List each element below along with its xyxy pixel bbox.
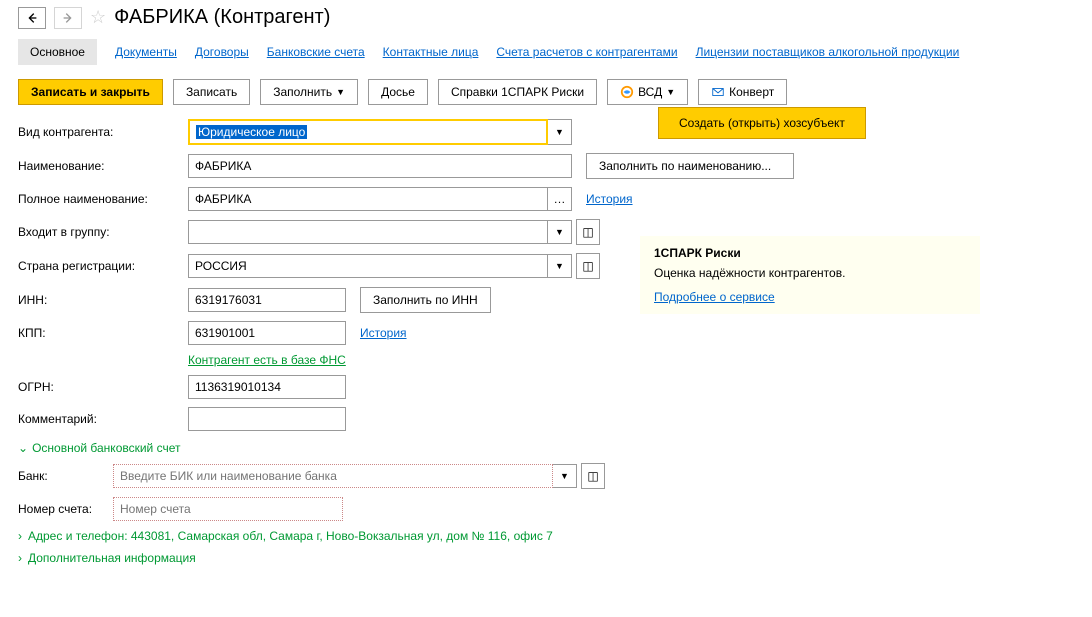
open-external-icon: ◫ [587,469,598,483]
tab-documents[interactable]: Документы [115,45,177,59]
fullname-label: Полное наименование: [18,192,188,206]
open-external-icon: ◫ [582,225,593,239]
inn-input[interactable] [188,288,346,312]
chevron-down-icon: ▼ [555,127,564,137]
fns-link[interactable]: Контрагент есть в базе ФНС [188,353,346,367]
fill-by-name-button[interactable]: Заполнить по наименованию... [586,153,794,179]
chevron-right-icon: › [18,529,22,543]
accnum-input[interactable] [113,497,343,521]
country-input[interactable] [188,254,548,278]
kpp-history-link[interactable]: История [360,326,407,340]
extra-section-toggle[interactable]: › Дополнительная информация [18,551,1074,565]
inn-label: ИНН: [18,293,188,307]
toolbar: Записать и закрыть Записать Заполнить ▼ … [18,79,1074,105]
vsd-icon [620,85,634,99]
bank-section-toggle[interactable]: ⌄ Основной банковский счет [18,441,1074,455]
spark-info-box: 1СПАРК Риски Оценка надёжности контраген… [640,236,980,314]
spark-title: 1СПАРК Риски [654,246,966,260]
chevron-down-icon: ▼ [560,471,569,481]
vsd-dropdown-item[interactable]: Создать (открыть) хозсубъект [658,107,866,139]
vsd-button[interactable]: ВСД ▼ [607,79,688,105]
tab-main[interactable]: Основное [18,39,97,65]
nav-back-button[interactable] [18,7,46,29]
sparks-button[interactable]: Справки 1СПАРК Риски [438,79,597,105]
address-section-toggle[interactable]: › Адрес и телефон: 443081, Самарская обл… [18,529,1074,543]
chevron-down-icon: ▼ [666,87,675,97]
kpp-label: КПП: [18,326,188,340]
spark-more-link[interactable]: Подробнее о сервисе [654,290,775,304]
comment-input[interactable] [188,407,346,431]
fullname-input[interactable] [188,187,548,211]
chevron-down-icon: ▼ [555,261,564,271]
group-label: Входит в группу: [18,225,188,239]
fill-by-inn-button[interactable]: Заполнить по ИНН [360,287,491,313]
country-dropdown-button[interactable]: ▼ [548,254,572,278]
fullname-more-button[interactable]: … [548,187,572,211]
tab-bank-accounts[interactable]: Банковские счета [267,45,365,59]
type-dropdown-button[interactable]: ▼ [548,119,572,145]
chevron-down-icon: ▼ [555,227,564,237]
tab-contacts[interactable]: Контактные лица [383,45,479,59]
favorite-star-icon[interactable]: ☆ [90,7,106,28]
chevron-down-icon: ⌄ [18,441,28,455]
bank-dropdown-button[interactable]: ▼ [553,464,577,488]
bank-input[interactable] [113,464,553,488]
chevron-right-icon: › [18,551,22,565]
tab-licenses[interactable]: Лицензии поставщиков алкогольной продукц… [696,45,960,59]
envelope-button[interactable]: Конверт [698,79,787,105]
name-label: Наименование: [18,159,188,173]
chevron-down-icon: ▼ [336,87,345,97]
tab-bar: Основное Документы Договоры Банковские с… [18,39,1074,65]
bank-label: Банк: [18,469,113,483]
nav-forward-button[interactable] [54,7,82,29]
type-input[interactable]: Юридическое лицо [188,119,548,145]
group-open-button[interactable]: ◫ [576,219,600,245]
envelope-icon [711,85,725,99]
spark-text: Оценка надёжности контрагентов. [654,266,966,280]
bank-open-button[interactable]: ◫ [581,463,605,489]
save-button[interactable]: Записать [173,79,250,105]
comment-label: Комментарий: [18,412,188,426]
group-input[interactable] [188,220,548,244]
ogrn-input[interactable] [188,375,346,399]
dossier-button[interactable]: Досье [368,79,428,105]
arrow-left-icon [25,11,39,25]
open-external-icon: ◫ [582,259,593,273]
country-label: Страна регистрации: [18,259,188,273]
page-title: ФАБРИКА (Контрагент) [114,6,330,29]
arrow-right-icon [61,11,75,25]
save-close-button[interactable]: Записать и закрыть [18,79,163,105]
group-dropdown-button[interactable]: ▼ [548,220,572,244]
accnum-label: Номер счета: [18,502,113,516]
type-label: Вид контрагента: [18,125,188,139]
tab-settlement[interactable]: Счета расчетов с контрагентами [496,45,677,59]
tab-contracts[interactable]: Договоры [195,45,249,59]
ogrn-label: ОГРН: [18,380,188,394]
fill-button[interactable]: Заполнить ▼ [260,79,358,105]
kpp-input[interactable] [188,321,346,345]
name-input[interactable] [188,154,572,178]
country-open-button[interactable]: ◫ [576,253,600,279]
fullname-history-link[interactable]: История [586,192,633,206]
